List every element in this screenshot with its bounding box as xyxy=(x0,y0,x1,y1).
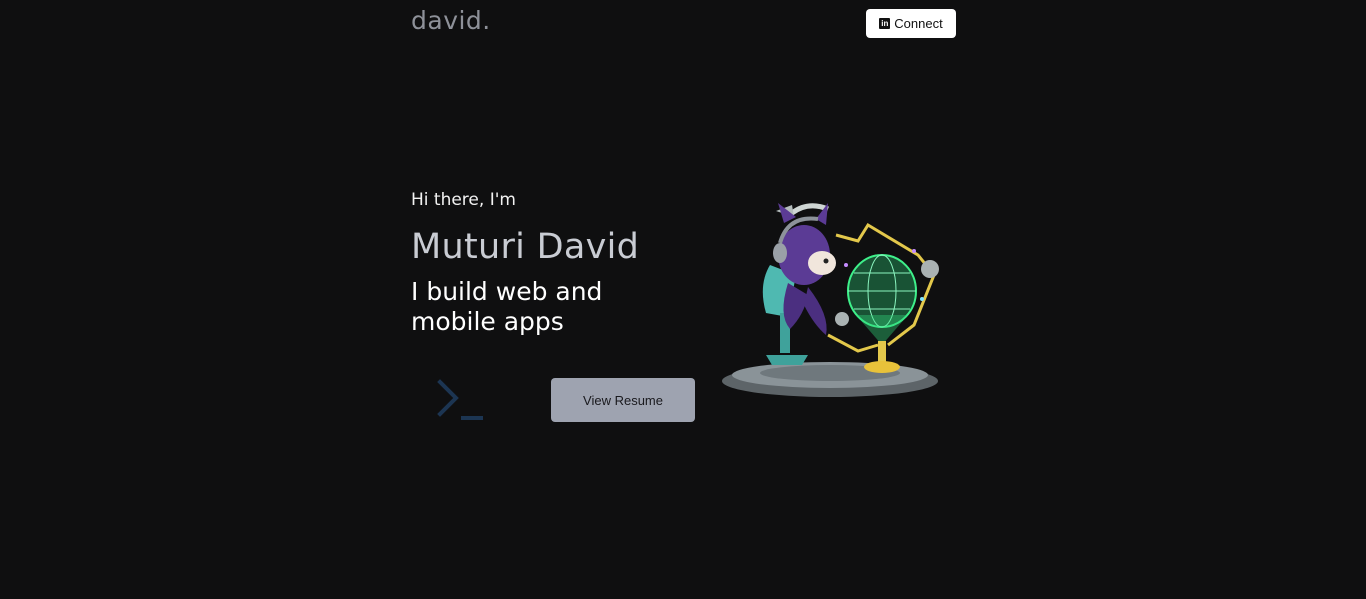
view-resume-button[interactable]: View Resume xyxy=(551,378,695,422)
linkedin-icon: in xyxy=(879,18,891,29)
connect-button[interactable]: in Connect xyxy=(866,9,956,38)
terminal-prompt-icon xyxy=(437,379,483,420)
hero-name: Muturi David xyxy=(411,227,640,267)
portfolio-page: david. in Connect Hi there, I'm Muturi D… xyxy=(0,0,1366,599)
hero-tagline: I build web and mobile apps xyxy=(411,277,603,336)
site-logo[interactable]: david. xyxy=(411,6,491,35)
octocat-hologram-illustration xyxy=(722,203,939,397)
connect-button-label: Connect xyxy=(894,16,943,31)
hero-greeting: Hi there, I'm xyxy=(411,190,516,210)
